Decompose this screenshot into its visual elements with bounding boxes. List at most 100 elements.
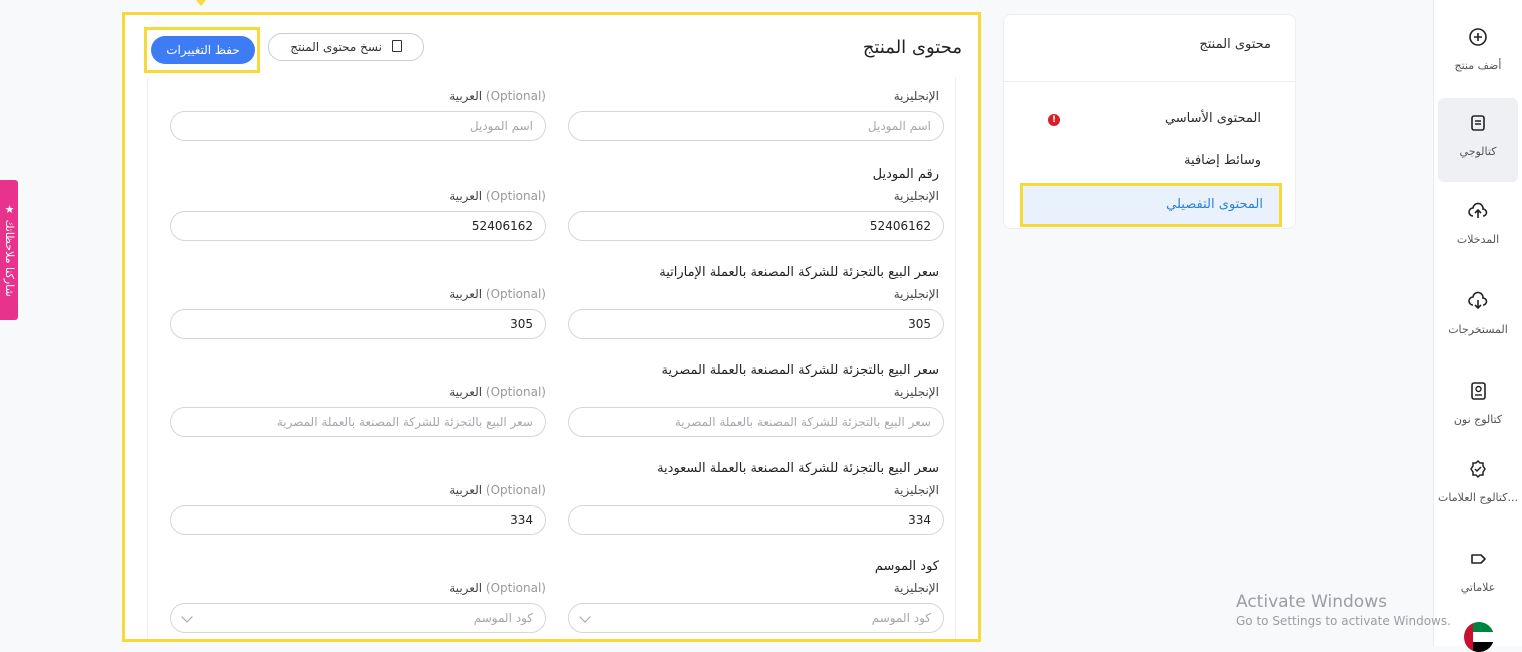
english-input[interactable]: 334: [568, 505, 944, 535]
outline-item-detailed-label: المحتوى التفصيلي: [1166, 197, 1263, 212]
highlight-arrow: [196, 0, 206, 6]
arabic-label: العربية: [449, 385, 483, 399]
optional-label: (Optional): [485, 189, 546, 203]
arabic-input[interactable]: سعر البيع بالتجزئة للشركة المصنعة بالعمل…: [170, 407, 546, 437]
tag-icon: [1471, 554, 1486, 564]
save-button-highlight: حفظ التغييرات: [144, 27, 260, 73]
arabic-input[interactable]: اسم الموديل: [170, 111, 546, 141]
english-label: الإنجليزية: [893, 287, 939, 301]
watermark-line1: Activate Windows: [1236, 592, 1387, 612]
sidebar-label: كتالوج العلامات...: [1438, 491, 1518, 504]
optional-label: (Optional): [485, 287, 546, 301]
watermark-line2: Go to Settings to activate Windows.: [1236, 614, 1451, 628]
input-placeholder: كود الموسم: [473, 611, 533, 625]
sidebar-item-imports[interactable]: المدخلات: [1434, 200, 1522, 247]
sidebar-label: المدخلات: [1456, 233, 1500, 246]
input-value: 305: [908, 317, 931, 331]
english-label: الإنجليزية: [893, 189, 939, 203]
chevron-down-icon: [579, 611, 591, 623]
content-outline-card: محتوى المنتج المحتوى الأساسي ! وسائط إضا…: [1003, 14, 1296, 229]
section-title: سعر البيع بالتجزئة للشركة المصنعة بالعمل…: [661, 363, 939, 378]
sidebar-item-noon-catalog[interactable]: كتالوج نون: [1434, 380, 1522, 427]
field-section: كود الموسم الإنجليزية العربية (Optional) كو…: [148, 559, 955, 639]
optional-label: (Optional): [485, 581, 546, 595]
sidebar-item-my-catalog[interactable]: كتالوجي: [1438, 98, 1518, 182]
input-value: 334: [510, 513, 533, 527]
cloud-download-icon: [1468, 291, 1488, 310]
outline-item-detailed[interactable]: المحتوى التفصيلي: [1020, 183, 1282, 227]
input-placeholder: سعر البيع بالتجزئة للشركة المصنعة بالعمل…: [276, 415, 533, 429]
arabic-label-row: العربية (Optional): [170, 287, 546, 301]
field-section: الإنجليزية العربية (Optional) اسم الموديل ا…: [148, 77, 955, 165]
arabic-input[interactable]: 334: [170, 505, 546, 535]
badge-check-icon: [1470, 459, 1486, 479]
input-value: 305: [510, 317, 533, 331]
field-section: سعر البيع بالتجزئة للشركة المصنعة بالعمل…: [148, 363, 955, 461]
uae-flag-icon[interactable]: [1464, 622, 1494, 652]
input-value: 52406162: [471, 219, 533, 233]
divider: [1004, 81, 1295, 82]
feedback-tab[interactable]: ★ شاركنا ملاحظاتك: [0, 180, 18, 320]
outline-item-basic[interactable]: المحتوى الأساسي: [1165, 111, 1261, 126]
input-placeholder: كود الموسم: [871, 611, 931, 625]
sidebar-label: أضف منتج: [1454, 59, 1502, 72]
sidebar-item-brands-catalog[interactable]: كتالوج العلامات...: [1434, 458, 1522, 505]
english-label: الإنجليزية: [893, 581, 939, 595]
input-placeholder: اسم الموديل: [469, 119, 533, 133]
noon-catalog-icon: [1471, 382, 1486, 400]
arabic-input[interactable]: 52406162: [170, 211, 546, 241]
copy-product-content-button[interactable]: نسخ محتوى المنتج: [268, 33, 424, 61]
input-value: 52406162: [869, 219, 931, 233]
outline-title: محتوى المنتج: [1199, 37, 1271, 52]
arabic-input[interactable]: كود الموسم: [170, 603, 546, 633]
input-placeholder: سعر البيع بالتجزئة للشركة المصنعة بالعمل…: [674, 415, 931, 429]
arabic-label-row: العربية (Optional): [170, 385, 546, 399]
optional-label: (Optional): [485, 385, 546, 399]
sidebar-nav: أضف منتج كتالوجي المدخلات المستخرجات كتا…: [1433, 0, 1522, 646]
copy-label: نسخ محتوى المنتج: [290, 40, 382, 54]
sidebar-label: المستخرجات: [1448, 323, 1508, 336]
input-value: 334: [908, 513, 931, 527]
field-section: رقم الموديل الإنجليزية العربية (Optional) 5…: [148, 167, 955, 265]
arabic-label: العربية: [449, 189, 483, 203]
form-scroll-area[interactable]: الإنجليزية العربية (Optional) اسم الموديل ا…: [147, 77, 956, 639]
windows-activation-watermark: Activate Windows Go to Settings to activ…: [1236, 592, 1451, 628]
english-label: الإنجليزية: [893, 89, 939, 103]
field-section: سعر البيع بالتجزئة للشركة المصنعة بالعمل…: [148, 461, 955, 559]
sidebar-label: كتالوج نون: [1453, 413, 1503, 426]
english-label: الإنجليزية: [893, 385, 939, 399]
product-content-card: محتوى المنتج حفظ التغييرات نسخ محتوى الم…: [122, 12, 981, 642]
arabic-label: العربية: [449, 89, 483, 103]
plus-circle-icon: [1469, 28, 1487, 46]
copy-icon: [391, 40, 402, 52]
arabic-label-row: العربية (Optional): [170, 189, 546, 203]
optional-label: (Optional): [485, 483, 546, 497]
chevron-down-icon: [181, 611, 193, 623]
save-changes-button[interactable]: حفظ التغييرات: [151, 36, 255, 64]
field-section: سعر البيع بالتجزئة للشركة المصنعة بالعمل…: [148, 265, 955, 363]
arabic-label-row: العربية (Optional): [170, 581, 546, 595]
input-placeholder: اسم الموديل: [867, 119, 931, 133]
sidebar-item-my-brands[interactable]: علاماتي: [1434, 548, 1522, 595]
arabic-label-row: العربية (Optional): [170, 89, 546, 103]
section-title: سعر البيع بالتجزئة للشركة المصنعة بالعمل…: [657, 461, 939, 476]
sidebar-item-add-product[interactable]: أضف منتج: [1434, 26, 1522, 73]
english-input[interactable]: 305: [568, 309, 944, 339]
cloud-upload-icon: [1468, 202, 1488, 218]
optional-label: (Optional): [485, 89, 546, 103]
catalog-icon: [1471, 115, 1485, 131]
arabic-label-row: العربية (Optional): [170, 483, 546, 497]
section-title: كود الموسم: [874, 559, 939, 574]
page-title: محتوى المنتج: [862, 37, 962, 58]
section-title: رقم الموديل: [872, 167, 939, 182]
english-input[interactable]: اسم الموديل: [568, 111, 944, 141]
sidebar-item-exports[interactable]: المستخرجات: [1434, 290, 1522, 337]
english-input[interactable]: سعر البيع بالتجزئة للشركة المصنعة بالعمل…: [568, 407, 944, 437]
english-input[interactable]: كود الموسم: [568, 603, 944, 633]
arabic-input[interactable]: 305: [170, 309, 546, 339]
section-title: سعر البيع بالتجزئة للشركة المصنعة بالعمل…: [659, 265, 939, 280]
outline-item-media[interactable]: وسائط إضافية: [1184, 153, 1261, 168]
english-input[interactable]: 52406162: [568, 211, 944, 241]
english-label: الإنجليزية: [893, 483, 939, 497]
arabic-label: العربية: [449, 287, 483, 301]
